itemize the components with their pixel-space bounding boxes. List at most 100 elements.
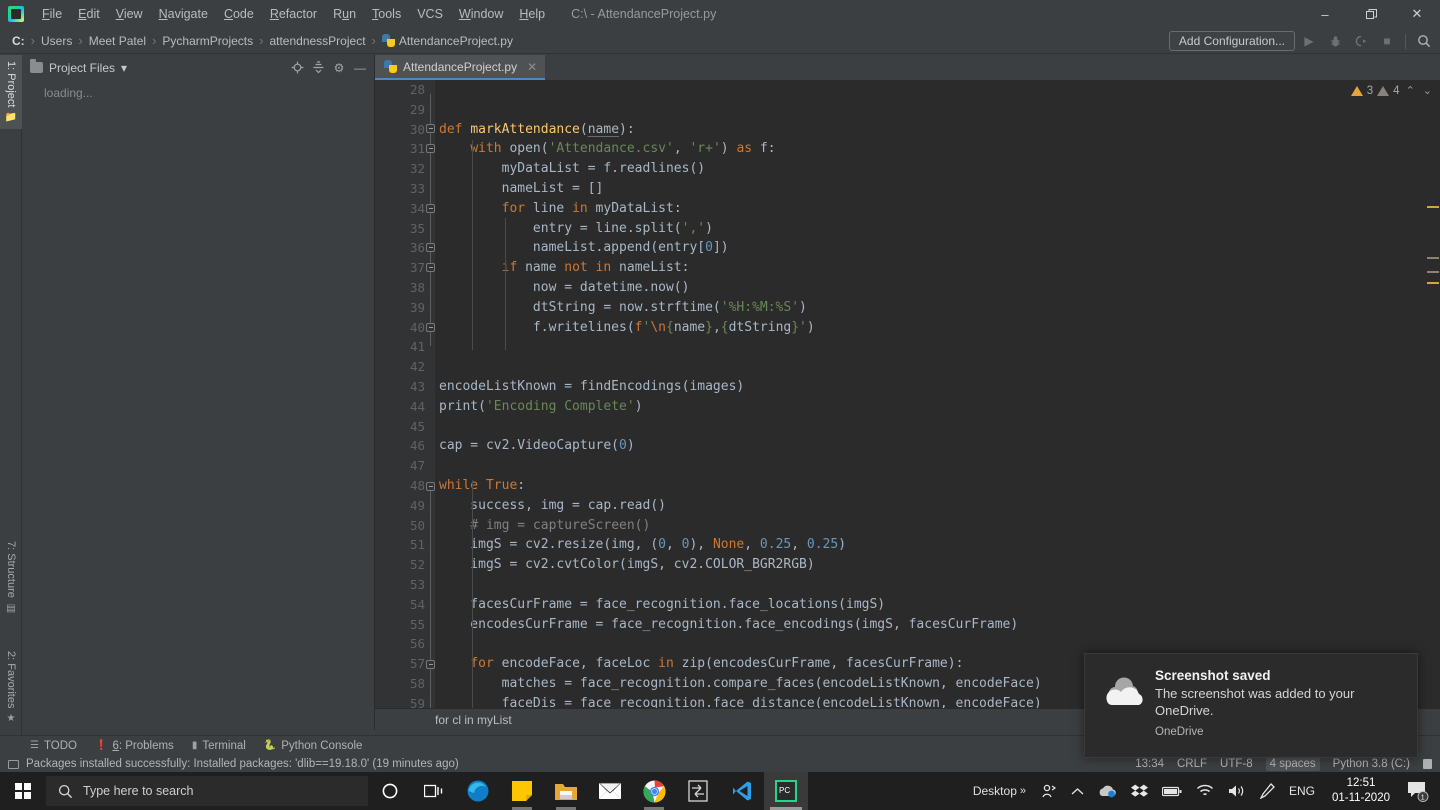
tool-window-terminal[interactable]: ▮ Terminal <box>192 740 246 752</box>
add-configuration-button[interactable]: Add Configuration... <box>1168 31 1295 51</box>
code-line[interactable]: def markAttendance(name): <box>435 120 1440 140</box>
show-hidden-icons-icon[interactable] <box>1064 772 1091 810</box>
inspection-widget[interactable]: 3 4 ⌃ ⌄ <box>1350 84 1434 97</box>
code-line[interactable] <box>435 456 1440 476</box>
dropbox-icon[interactable] <box>1124 772 1155 810</box>
debug-icon[interactable] <box>1323 30 1347 52</box>
tool-window-problems[interactable]: ❗ 6: Problems <box>95 740 174 752</box>
menu-run[interactable]: Run <box>325 3 364 25</box>
code-line[interactable]: # img = captureScreen() <box>435 516 1440 536</box>
settings-gear-icon[interactable]: ⚙ <box>329 58 349 78</box>
menu-help[interactable]: Help <box>511 3 553 25</box>
code-editor[interactable]: 28 29 30 31 32 33 34 35 36 37 38 39 40 41 42 43 44 45 46 47… <box>375 80 1440 708</box>
breadcrumb-item-0[interactable]: C: <box>8 32 29 50</box>
code-line[interactable]: imgS = cv2.cvtColor(imgS, cv2.COLOR_BGR2… <box>435 555 1440 575</box>
code-line[interactable]: myDataList = f.readlines() <box>435 159 1440 179</box>
code-line[interactable]: imgS = cv2.resize(img, (0, 0), None, 0.2… <box>435 535 1440 555</box>
marker-scrollbar[interactable] <box>1426 80 1440 708</box>
code-line[interactable]: nameList.append(entry[0]) <box>435 238 1440 258</box>
breadcrumb-item-3[interactable]: PycharmProjects <box>158 32 257 50</box>
run-icon[interactable]: ▶ <box>1297 30 1321 52</box>
menu-code[interactable]: Code <box>216 3 262 25</box>
weak-warning-marker[interactable] <box>1427 257 1439 259</box>
code-folding-rail[interactable] <box>423 80 435 708</box>
fold-marker-line-34[interactable] <box>426 204 435 213</box>
project-panel-title[interactable]: Project Files ▾ <box>30 59 127 75</box>
code-line[interactable]: dtString = now.strftime('%H:%M:%S') <box>435 298 1440 318</box>
volume-icon[interactable] <box>1221 772 1253 810</box>
hide-panel-icon[interactable]: — <box>350 58 370 78</box>
indent-setting[interactable]: 4 spaces <box>1265 757 1320 771</box>
code-line[interactable]: now = datetime.now() <box>435 278 1440 298</box>
menu-refactor[interactable]: Refactor <box>262 3 325 25</box>
file-encoding[interactable]: UTF-8 <box>1220 758 1253 770</box>
code-line[interactable]: with open('Attendance.csv', 'r+') as f: <box>435 139 1440 159</box>
language-indicator[interactable]: ENG <box>1282 772 1322 810</box>
visual-studio-code-icon[interactable] <box>720 772 764 810</box>
breadcrumb-item-4[interactable]: attendnessProject <box>265 32 369 50</box>
next-problem-icon[interactable]: ⌄ <box>1421 84 1434 97</box>
maximize-button[interactable] <box>1348 0 1394 28</box>
code-line[interactable]: for line in myDataList: <box>435 199 1440 219</box>
code-line[interactable] <box>435 634 1440 654</box>
code-line[interactable]: success, img = cap.read() <box>435 496 1440 516</box>
windows-ink-icon[interactable] <box>1253 772 1282 810</box>
code-line[interactable]: facesCurFrame = face_recognition.face_lo… <box>435 595 1440 615</box>
collapse-all-icon[interactable] <box>308 58 328 78</box>
onedrive-tray-icon[interactable] <box>1091 772 1124 810</box>
warning-marker[interactable] <box>1427 282 1439 284</box>
windows-start-icon[interactable] <box>0 772 46 810</box>
close-icon[interactable]: ✕ <box>527 60 537 74</box>
locate-file-icon[interactable] <box>287 58 307 78</box>
code-line[interactable] <box>435 357 1440 377</box>
weak-warning-marker[interactable] <box>1427 271 1439 273</box>
read-only-lock-icon[interactable] <box>1423 759 1432 769</box>
menu-tools[interactable]: Tools <box>364 3 409 25</box>
fold-marker-line-48[interactable] <box>426 482 435 491</box>
sidebar-item-project[interactable]: 1: Project 📁 <box>0 55 22 130</box>
breadcrumb-item-2[interactable]: Meet Patel <box>85 32 150 50</box>
code-line[interactable]: f.writelines(f'\n{name},{dtString}') <box>435 318 1440 338</box>
menu-navigate[interactable]: Navigate <box>151 3 216 25</box>
code-line[interactable] <box>435 80 1440 100</box>
snipping-tool-icon[interactable] <box>676 772 720 810</box>
code-line[interactable] <box>435 417 1440 437</box>
menu-file[interactable]: File <box>34 3 70 25</box>
code-line[interactable]: print('Encoding Complete') <box>435 397 1440 417</box>
close-button[interactable]: ✕ <box>1394 0 1440 28</box>
cortana-icon[interactable] <box>368 772 412 810</box>
fold-marker-line-40[interactable] <box>426 323 435 332</box>
search-input[interactable]: Type here to search <box>46 776 368 806</box>
battery-icon[interactable] <box>1155 772 1189 810</box>
code-line[interactable] <box>435 575 1440 595</box>
breadcrumb-item-1[interactable]: Users <box>37 32 76 50</box>
code-line[interactable]: nameList = [] <box>435 179 1440 199</box>
task-view-icon[interactable] <box>412 772 456 810</box>
file-explorer-icon[interactable] <box>544 772 588 810</box>
chevron-down-icon[interactable]: ▾ <box>121 61 127 75</box>
caret-position[interactable]: 13:34 <box>1135 758 1164 770</box>
code-line[interactable]: cap = cv2.VideoCapture(0) <box>435 436 1440 456</box>
code-line[interactable]: entry = line.split(',') <box>435 219 1440 239</box>
meet-now-icon[interactable] <box>1033 772 1064 810</box>
python-interpreter[interactable]: Python 3.8 (C:) <box>1333 758 1410 770</box>
code-line[interactable]: if name not in nameList: <box>435 258 1440 278</box>
code-line[interactable]: encodeListKnown = findEncodings(images) <box>435 377 1440 397</box>
notification-toast[interactable]: Screenshot saved The screenshot was adde… <box>1084 653 1418 758</box>
desktop-peek-label[interactable]: Desktop » <box>966 772 1033 810</box>
previous-problem-icon[interactable]: ⌃ <box>1404 84 1417 97</box>
google-chrome-icon[interactable] <box>632 772 676 810</box>
sidebar-item-structure[interactable]: 7: Structure ▤ <box>0 535 22 620</box>
notification-center-icon[interactable]: 1 <box>1400 772 1436 810</box>
line-separator[interactable]: CRLF <box>1177 758 1207 770</box>
wifi-icon[interactable] <box>1189 772 1221 810</box>
fold-marker-line-30[interactable] <box>426 124 435 133</box>
overflow-chevron-icon[interactable]: » <box>1020 785 1026 797</box>
mail-icon[interactable] <box>588 772 632 810</box>
breadcrumb-item-5[interactable]: AttendanceProject.py <box>378 32 517 50</box>
menu-view[interactable]: View <box>108 3 151 25</box>
code-line[interactable]: while True: <box>435 476 1440 496</box>
tab-attendanceproject-py[interactable]: AttendanceProject.py ✕ <box>375 55 546 80</box>
stop-icon[interactable]: ■ <box>1375 30 1399 52</box>
run-with-coverage-icon[interactable] <box>1349 30 1373 52</box>
